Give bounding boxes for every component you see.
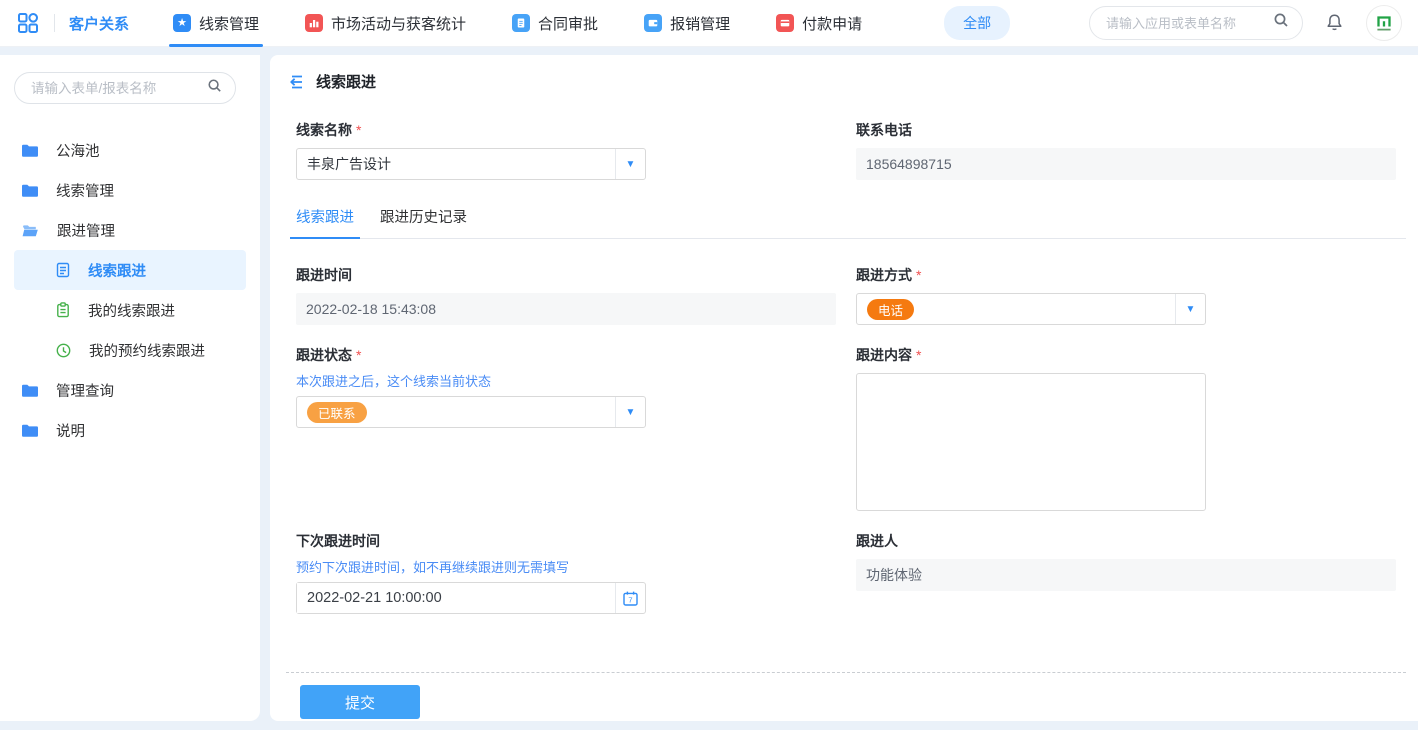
topbar-right: [1089, 5, 1402, 41]
topbar-divider: [54, 14, 55, 32]
lead-name-select[interactable]: 丰泉广告设计 ▼: [296, 148, 646, 180]
folder-icon: [22, 184, 38, 197]
sidebar-search-input[interactable]: [31, 81, 207, 96]
app-tabs: ★ 线索管理 市场活动与获客统计 合同审批 报销管理: [173, 0, 908, 47]
next-follow-time-input-group: 7: [296, 582, 646, 614]
sidebar-search[interactable]: [14, 72, 236, 104]
app-tab-label: 线索管理: [199, 13, 259, 34]
field-label: 跟进内容*: [856, 345, 1396, 365]
sidebar: 公海池 线索管理 跟进管理 线索跟进: [0, 55, 260, 721]
sidebar-item-label: 线索跟进: [88, 260, 146, 281]
follower-readonly-value: 功能体验: [856, 559, 1396, 591]
all-apps-button[interactable]: 全部: [944, 6, 1010, 40]
card-app-icon: [776, 14, 794, 32]
field-phone: 联系电话 18564898715: [856, 120, 1396, 180]
calendar-icon[interactable]: 7: [615, 583, 645, 613]
svg-text:7: 7: [628, 595, 632, 604]
sidebar-item-label: 管理查询: [56, 380, 114, 401]
chevron-down-icon[interactable]: ▼: [1175, 294, 1205, 324]
sidebar-item-label: 公海池: [56, 140, 100, 161]
follow-status-hint: 本次跟进之后，这个线索当前状态: [296, 371, 836, 390]
chart-app-icon: [305, 14, 323, 32]
folder-open-icon: [22, 224, 39, 237]
topbar-search-input[interactable]: [1106, 16, 1273, 31]
app-tab-label: 市场活动与获客统计: [331, 13, 466, 34]
field-follower: 跟进人 功能体验: [856, 531, 1396, 614]
folder-icon: [22, 424, 38, 437]
star-app-icon: ★: [173, 14, 191, 32]
field-label: 联系电话: [856, 120, 1396, 140]
next-follow-time-input[interactable]: [297, 583, 615, 613]
bell-icon[interactable]: [1325, 13, 1344, 33]
follow-time-readonly-value: 2022-02-18 15:43:08: [296, 293, 836, 325]
sidebar-item-label: 跟进管理: [57, 220, 115, 241]
page-body: 公海池 线索管理 跟进管理 线索跟进: [0, 55, 1418, 721]
field-follow-content: 跟进内容*: [856, 345, 1396, 511]
sidebar-item-public-pool[interactable]: 公海池: [14, 130, 246, 170]
chevron-down-icon[interactable]: ▼: [615, 397, 645, 427]
sidebar-item-management-query[interactable]: 管理查询: [14, 370, 246, 410]
app-tab-lead-management[interactable]: ★ 线索管理: [173, 0, 259, 47]
form-tabs: 线索跟进 跟进历史记录: [296, 206, 1406, 239]
sidebar-item-my-scheduled-followup[interactable]: 我的预约线索跟进: [14, 330, 246, 370]
chevron-down-icon[interactable]: ▼: [615, 149, 645, 179]
field-label: 线索名称*: [296, 120, 836, 140]
app-tab-reimbursement[interactable]: 报销管理: [644, 0, 730, 47]
search-icon[interactable]: [207, 78, 223, 99]
field-label: 跟进时间: [296, 265, 836, 285]
sidebar-item-label: 线索管理: [56, 180, 114, 201]
follow-status-tag: 已联系: [307, 402, 367, 423]
field-label: 跟进状态*: [296, 345, 836, 365]
field-label: 跟进方式*: [856, 265, 1396, 285]
sidebar-item-lead-management[interactable]: 线索管理: [14, 170, 246, 210]
footer-divider: [286, 672, 1406, 673]
page-title: 线索跟进: [316, 71, 376, 92]
apps-grid-icon[interactable]: [16, 11, 40, 35]
topbar: 客户关系 ★ 线索管理 市场活动与获客统计 合同审批 报销管理: [0, 0, 1418, 47]
clipboard-icon: [56, 302, 70, 318]
search-icon[interactable]: [1273, 12, 1290, 34]
app-tab-payment-request[interactable]: 付款申请: [776, 0, 862, 47]
phone-readonly-value: 18564898715: [856, 148, 1396, 180]
app-tab-label: 付款申请: [802, 13, 862, 34]
sidebar-item-my-lead-followup[interactable]: 我的线索跟进: [14, 290, 246, 330]
document-app-icon: [512, 14, 530, 32]
follow-method-tag: 电话: [867, 299, 914, 320]
follow-status-select[interactable]: 已联系 ▼: [296, 396, 646, 428]
app-tab-marketing-stats[interactable]: 市场活动与获客统计: [305, 0, 466, 47]
sidebar-item-label: 我的预约线索跟进: [89, 340, 205, 361]
field-lead-name: 线索名称* 丰泉广告设计 ▼: [296, 120, 836, 180]
lead-name-value: 丰泉广告设计: [297, 154, 615, 174]
next-follow-time-hint: 预约下次跟进时间，如不再继续跟进则无需填写: [296, 557, 836, 576]
app-tab-label: 合同审批: [538, 13, 598, 34]
follow-content-textarea[interactable]: [856, 373, 1206, 511]
field-follow-status: 跟进状态* 本次跟进之后，这个线索当前状态 已联系 ▼: [296, 345, 836, 511]
folder-icon: [22, 144, 38, 157]
sidebar-item-description[interactable]: 说明: [14, 410, 246, 450]
brand-title: 客户关系: [69, 13, 129, 34]
field-follow-method: 跟进方式* 电话 ▼: [856, 265, 1396, 325]
field-label: 下次跟进时间: [296, 531, 836, 551]
field-next-follow-time: 下次跟进时间 预约下次跟进时间，如不再继续跟进则无需填写 7: [296, 531, 836, 614]
clock-icon: [56, 343, 71, 358]
folder-icon: [22, 384, 38, 397]
field-label: 跟进人: [856, 531, 1396, 551]
wallet-app-icon: [644, 14, 662, 32]
collapse-sidebar-icon[interactable]: [286, 73, 304, 91]
sidebar-item-label: 说明: [56, 420, 85, 441]
sidebar-item-label: 我的线索跟进: [88, 300, 175, 321]
follow-method-select[interactable]: 电话 ▼: [856, 293, 1206, 325]
tab-lead-followup[interactable]: 线索跟进: [296, 206, 354, 238]
tab-followup-history[interactable]: 跟进历史记录: [380, 206, 467, 238]
main-panel: 线索跟进 线索名称* 丰泉广告设计 ▼ 联系电话 18564898715: [270, 55, 1418, 721]
app-tab-contract-approval[interactable]: 合同审批: [512, 0, 598, 47]
app-tab-label: 报销管理: [670, 13, 730, 34]
field-follow-time: 跟进时间 2022-02-18 15:43:08: [296, 265, 836, 325]
company-logo-avatar[interactable]: [1366, 5, 1402, 41]
topbar-search[interactable]: [1089, 6, 1303, 40]
document-icon: [56, 262, 70, 278]
sidebar-item-lead-followup[interactable]: 线索跟进: [14, 250, 246, 290]
sidebar-item-followup-management[interactable]: 跟进管理: [14, 210, 246, 250]
submit-button[interactable]: 提交: [300, 685, 420, 719]
